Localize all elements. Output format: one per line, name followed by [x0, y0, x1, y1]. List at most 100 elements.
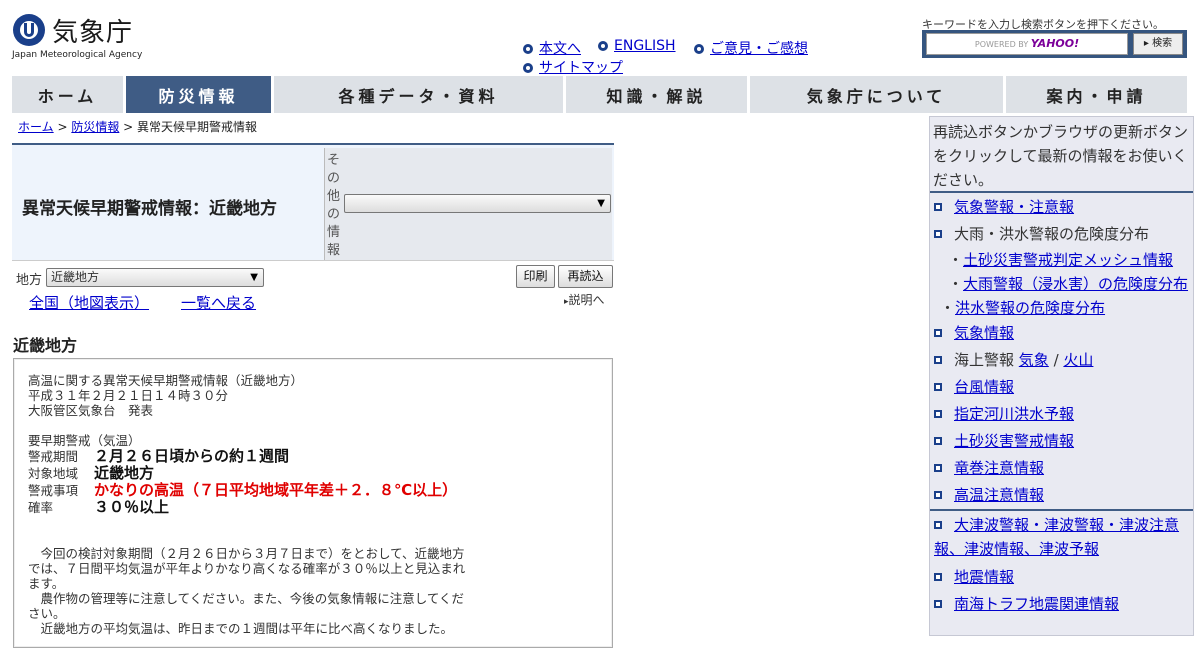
reload-button[interactable]: 再読込 [558, 265, 613, 288]
sidebar-item: 土砂災害警戒情報 [930, 428, 1193, 455]
search-box: POWERED BY YAHOO! ▸ 検索 [922, 30, 1187, 58]
nav-data[interactable]: 各種データ・資料 [274, 76, 563, 113]
breadcrumb-sep: > [53, 120, 72, 134]
square-bullet-icon [934, 329, 942, 337]
link-sitemap[interactable]: サイトマップ [539, 60, 623, 76]
report-paragraph: 近畿地方の平均気温は、昨日までの１週間は平年に比べ高くなりました。 [28, 621, 454, 636]
square-bullet-icon [934, 573, 942, 581]
sidebar-text: 海上警報 [954, 351, 1015, 369]
jma-logo[interactable]: 気象庁 Japan Meteorological Agency [12, 12, 142, 62]
breadcrumb: ホーム > 防災情報 > 異常天候早期警戒情報 [18, 118, 257, 135]
report-section: 要早期警戒（気温） [28, 433, 141, 448]
square-bullet-icon [934, 491, 942, 499]
breadcrumb-bosai[interactable]: 防災情報 [71, 120, 119, 134]
search-powered-text: POWERED BY [974, 40, 1029, 49]
sidebar-link[interactable]: 高温注意情報 [954, 486, 1044, 504]
right-sidebar: 再読込ボタンかブラウザの更新ボタンをクリックして最新の情報をお使いください。 気… [929, 116, 1194, 636]
report-header-line: 平成３１年２月２１日１４時３０分 [28, 388, 229, 403]
report-header-line: 大阪管区気象台 発表 [28, 403, 154, 418]
dropdown-arrow-icon: ▼ [250, 272, 258, 283]
explain-link[interactable]: ▸説明へ [564, 291, 605, 308]
sidebar-subitem: ・大雨警報（浸水害）の危険度分布 [948, 275, 1189, 293]
area-select-value: 近畿地方 [51, 270, 100, 284]
link-english[interactable]: ENGLISH [614, 38, 676, 54]
sidebar-link[interactable]: 洪水警報の危険度分布 [955, 299, 1105, 317]
square-bullet-icon [934, 521, 942, 529]
sidebar-item: 竜巻注意情報 [930, 455, 1193, 482]
other-info-box: その他の情報 ▼ [324, 148, 612, 260]
report-row: 警戒事項 かなりの高温（７日平均地域平年差＋２．８℃以上） [28, 482, 598, 499]
square-bullet-icon [934, 383, 942, 391]
sidebar-sep: / [1048, 351, 1064, 369]
link-feedback[interactable]: ご意見・ご感想 [710, 41, 808, 57]
sidebar-link[interactable]: 気象 [1019, 351, 1049, 369]
link-back-to-list[interactable]: 一覧へ戻る [181, 292, 256, 313]
area-select[interactable]: 近畿地方 ▼ [46, 268, 264, 287]
nav-about[interactable]: 気象庁について [750, 76, 1003, 113]
other-info-select[interactable]: ▼ [344, 194, 611, 213]
sidebar-subitem: ・洪水警報の危険度分布 [940, 299, 1106, 317]
report-row-key: 警戒期間 [28, 449, 79, 464]
sidebar-link[interactable]: 気象警報・注意報 [954, 198, 1074, 216]
search-input[interactable]: POWERED BY YAHOO! [926, 33, 1128, 55]
header-link-sitemap-wrap: サイトマップ [523, 57, 623, 77]
nav-home[interactable]: ホーム [12, 76, 123, 113]
other-info-label: その他の情報 [327, 153, 341, 258]
sidebar-link[interactable]: 土砂災害警戒情報 [954, 432, 1074, 450]
header-link-english-wrap: ENGLISH [598, 38, 676, 54]
square-bullet-icon [934, 203, 942, 211]
breadcrumb-home[interactable]: ホーム [18, 120, 54, 134]
square-bullet-icon [934, 410, 942, 418]
area-label: 地方 [16, 273, 43, 288]
link-honbun[interactable]: 本文へ [539, 41, 581, 57]
report-row-value: かなりの高温（７日平均地域平年差＋２．８℃以上） [94, 481, 458, 499]
nav-guide[interactable]: 案内・申請 [1006, 76, 1187, 113]
square-bullet-icon [934, 230, 942, 238]
global-nav: ホーム 防災情報 各種データ・資料 知識・解説 気象庁について 案内・申請 [12, 76, 1187, 113]
sidebar-link[interactable]: 大津波警報・津波警報・津波注意報、津波情報、津波予報 [934, 516, 1179, 558]
sidebar-link[interactable]: 火山 [1063, 351, 1093, 369]
sidebar-link[interactable]: 指定河川洪水予報 [954, 405, 1074, 423]
sidebar-link[interactable]: 台風情報 [954, 378, 1014, 396]
sidebar-link[interactable]: 土砂災害警戒判定メッシュ情報 [963, 251, 1173, 269]
sidebar-link[interactable]: 大雨警報（浸水害）の危険度分布 [963, 275, 1188, 293]
report-box: 高温に関する異常天候早期警戒情報（近畿地方） 平成３１年２月２１日１４時３０分 … [13, 358, 613, 648]
sidebar-item: 南海トラフ地震関連情報 [930, 591, 1193, 618]
report-row-key: 警戒事項 [28, 483, 79, 498]
sidebar-item-warning: 気象警報・注意報 [930, 193, 1193, 221]
sidebar-text: 大雨・洪水警報の危険度分布 [954, 225, 1150, 243]
report-row-value: 近畿地方 [94, 464, 155, 482]
square-bullet-icon [934, 356, 942, 364]
search-button[interactable]: ▸ 検索 [1133, 33, 1183, 55]
sidebar-notice: 再読込ボタンかブラウザの更新ボタンをクリックして最新の情報をお使いください。 [930, 117, 1193, 193]
logo-text-jp: 気象庁 [52, 18, 134, 48]
yahoo-logo: YAHOO! [1030, 37, 1080, 50]
explain-label: 説明へ [568, 293, 605, 307]
logo-text-en: Japan Meteorological Agency [12, 50, 143, 60]
header-link-honbun-wrap: 本文へ [523, 38, 581, 58]
sidebar-link[interactable]: 気象情報 [954, 324, 1014, 342]
nav-bosai[interactable]: 防災情報 [126, 76, 271, 113]
sidebar-item-risk: 大雨・洪水警報の危険度分布 [930, 221, 1193, 248]
bullet-icon [523, 63, 533, 73]
nav-knowledge[interactable]: 知識・解説 [566, 76, 747, 113]
sidebar-item: 大津波警報・津波警報・津波注意報、津波情報、津波予報 [930, 511, 1193, 564]
sidebar-link[interactable]: 地震情報 [954, 568, 1014, 586]
square-bullet-icon [934, 464, 942, 472]
sidebar-link[interactable]: 南海トラフ地震関連情報 [954, 595, 1119, 613]
sidebar-list: 気象警報・注意報 大雨・洪水警報の危険度分布 ・土砂災害警戒判定メッシュ情報 ・… [930, 193, 1193, 618]
title-panel: 異常天候早期警戒情報：近畿地方 その他の情報 ▼ [12, 143, 614, 261]
dropdown-arrow-icon: ▼ [597, 198, 605, 209]
bullet-icon [694, 44, 704, 54]
report-row: 警戒期間 ２月２６日頃からの約１週間 [28, 448, 598, 465]
link-national-map[interactable]: 全国（地図表示） [29, 292, 149, 313]
report-header-line: 高温に関する異常天候早期警戒情報（近畿地方） [28, 373, 304, 388]
square-bullet-icon [934, 600, 942, 608]
print-button[interactable]: 印刷 [516, 265, 555, 288]
report-row-key: 確率 [28, 500, 54, 515]
sidebar-link[interactable]: 竜巻注意情報 [954, 459, 1044, 477]
sidebar-item: 台風情報 [930, 374, 1193, 401]
sidebar-item: 指定河川洪水予報 [930, 401, 1193, 428]
